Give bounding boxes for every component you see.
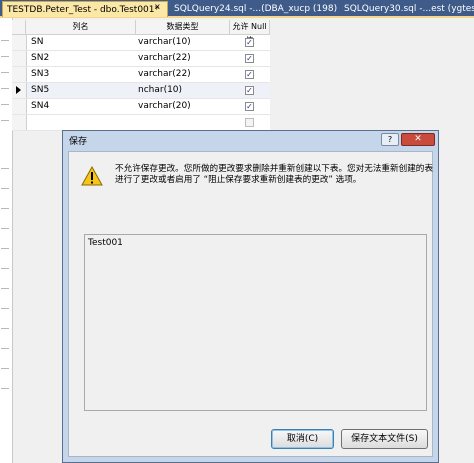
affected-table-name: Test001 <box>88 238 123 248</box>
table-row[interactable]: SN2 varchar(22) ✓ <box>12 51 270 67</box>
tab-sqlquery30[interactable]: SQLQuery30.sql -...est (ygtest (217))* <box>340 1 474 17</box>
allow-null-checkbox[interactable] <box>245 118 254 127</box>
close-button[interactable]: ✕ <box>401 133 435 146</box>
message-line: 不允许保存更改。您所做的更改要求删除并重新创建以下表。您对无法重新创建的表 <box>115 164 433 174</box>
message-line: 进行了更改或者启用了 “阻止保存要求重新创建表的更改” 选项。 <box>115 175 362 185</box>
column-name-cell[interactable]: SN5 <box>31 83 49 98</box>
allow-null-checkbox[interactable]: ✓ <box>245 54 254 63</box>
tab-table-designer[interactable]: TESTDB.Peter_Test - dbo.Test001* <box>2 1 168 17</box>
allow-null-checkbox[interactable]: ✓ <box>245 86 254 95</box>
data-type-header[interactable]: 数据类型 <box>136 20 230 34</box>
designer-empty-area <box>270 20 474 130</box>
column-name-header[interactable]: 列名 <box>26 20 136 34</box>
allow-null-checkbox[interactable]: ✓ <box>245 102 254 111</box>
row-selector[interactable] <box>12 51 27 66</box>
dialog-title: 保存 <box>69 137 88 147</box>
tab-label: TESTDB.Peter_Test - dbo.Test001* <box>7 5 159 15</box>
data-type-cell[interactable]: nchar(10) <box>138 83 182 98</box>
document-tab-bar: TESTDB.Peter_Test - dbo.Test001* × SQLQu… <box>0 0 474 18</box>
column-name-cell[interactable]: SN3 <box>31 67 49 82</box>
data-type-cell[interactable]: varchar(22) <box>138 67 191 82</box>
warning-icon <box>81 166 103 186</box>
table-row[interactable]: SN4 varchar(20) ✓ <box>12 99 270 115</box>
error-message: 不允许保存更改。您所做的更改要求删除并重新创建以下表。您对无法重新创建的表 进行… <box>115 164 433 186</box>
tab-sqlquery24[interactable]: SQLQuery24.sql -...(DBA_xucp (198))* <box>170 1 338 17</box>
table-row[interactable]: SN3 varchar(22) ✓ <box>12 67 270 83</box>
allow-null-checkbox[interactable]: ✓ <box>245 70 254 79</box>
current-row-arrow-icon <box>16 86 21 94</box>
data-type-cell[interactable]: varchar(22) <box>138 51 191 66</box>
row-selector[interactable] <box>12 115 27 130</box>
table-row-new[interactable] <box>12 115 270 131</box>
help-button[interactable]: ? <box>381 133 399 146</box>
tab-label: SQLQuery30.sql -...est (ygtest (217))* <box>344 4 474 14</box>
table-row[interactable]: SN varchar(10) ✓ <box>12 35 270 51</box>
save-dialog: 保存 ? ✕ 不允许保存更改。您所做的更改要求删除并重新创建以下表。您对无法重新… <box>62 130 439 463</box>
table-row-current[interactable]: SN5 nchar(10) ✓ <box>12 83 270 99</box>
allow-null-header[interactable]: 允许 Null 值 <box>230 20 270 45</box>
data-type-cell[interactable]: varchar(10) <box>138 35 191 50</box>
data-type-cell[interactable]: varchar(20) <box>138 99 191 114</box>
cancel-button[interactable]: 取消(C) <box>271 429 334 449</box>
column-name-cell[interactable]: SN <box>31 35 43 50</box>
dialog-body: 不允许保存更改。您所做的更改要求删除并重新创建以下表。您对无法重新创建的表 进行… <box>68 151 433 457</box>
tab-close-icon[interactable]: × <box>154 2 163 11</box>
row-selector-header <box>12 20 26 34</box>
row-selector[interactable] <box>12 67 27 82</box>
row-selector[interactable] <box>12 35 27 50</box>
column-name-cell[interactable]: SN2 <box>31 51 49 66</box>
row-selector[interactable] <box>12 83 27 98</box>
grid-header: 列名 数据类型 允许 Null 值 <box>12 20 270 45</box>
row-selector[interactable] <box>12 99 27 114</box>
tab-label: SQLQuery24.sql -...(DBA_xucp (198))* <box>174 4 338 14</box>
save-text-file-button[interactable]: 保存文本文件(S) <box>341 429 428 449</box>
column-name-cell[interactable]: SN4 <box>31 99 49 114</box>
affected-tables-box[interactable]: Test001 <box>84 234 427 411</box>
column-grid: 列名 数据类型 允许 Null 值 SN varchar(10) ✓ SN2 v… <box>12 20 270 131</box>
allow-null-checkbox[interactable]: ✓ <box>245 38 254 47</box>
